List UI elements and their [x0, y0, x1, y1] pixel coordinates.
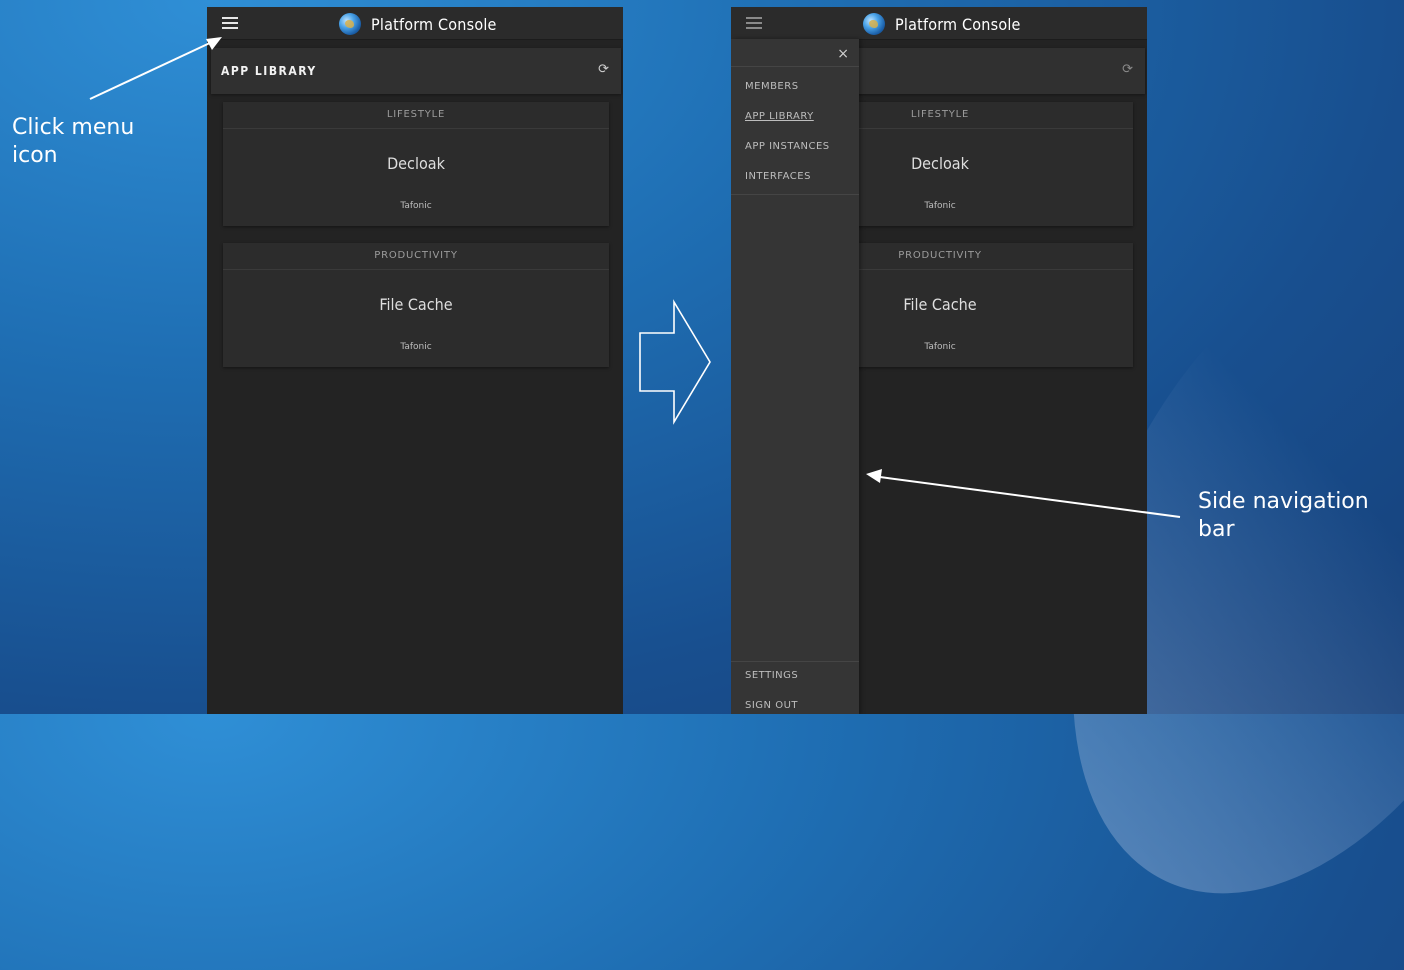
close-icon[interactable]: ×: [837, 46, 849, 62]
app-screen-after: Platform Console APP LIBRARY ⟳ LIFESTYLE…: [731, 7, 1147, 714]
side-navigation-bar: × MEMBERS APP LIBRARY APP INSTANCES INTE…: [731, 39, 859, 714]
nav-item-app-instances[interactable]: APP INSTANCES: [745, 141, 830, 152]
nav-item-sign-out[interactable]: SIGN OUT: [745, 700, 798, 711]
card-category: PRODUCTIVITY: [223, 243, 609, 270]
page-header: APP LIBRARY ⟳: [211, 48, 621, 94]
pointer-arrow-line: [89, 41, 213, 100]
globe-logo-icon: [339, 13, 361, 35]
hamburger-menu-icon[interactable]: [222, 17, 238, 29]
card-category: LIFESTYLE: [223, 102, 609, 129]
brand: Platform Console: [863, 13, 1021, 35]
divider: [731, 194, 859, 195]
card-vendor: Tafonic: [400, 342, 432, 352]
refresh-icon[interactable]: ⟳: [1122, 62, 1133, 77]
divider: [731, 661, 859, 662]
caption-click-menu: Click menu icon: [12, 115, 135, 168]
brand: Platform Console: [339, 13, 497, 35]
hamburger-menu-icon[interactable]: [746, 17, 762, 29]
app-card[interactable]: PRODUCTIVITY File Cache Tafonic: [223, 243, 609, 367]
app-title: Platform Console: [371, 14, 497, 34]
top-app-bar: Platform Console: [731, 7, 1147, 40]
page-title: APP LIBRARY: [221, 64, 317, 78]
globe-logo-icon: [863, 13, 885, 35]
nav-item-members[interactable]: MEMBERS: [745, 81, 799, 92]
nav-item-app-library[interactable]: APP LIBRARY: [745, 111, 814, 122]
refresh-icon[interactable]: ⟳: [598, 62, 609, 77]
nav-item-interfaces[interactable]: INTERFACES: [745, 171, 811, 182]
app-card[interactable]: LIFESTYLE Decloak Tafonic: [223, 102, 609, 226]
card-name: Decloak: [387, 154, 445, 173]
top-app-bar: Platform Console: [207, 7, 623, 40]
app-title: Platform Console: [895, 14, 1021, 34]
caption-side-navigation: Side navigation bar: [1198, 489, 1369, 542]
divider: [731, 66, 859, 67]
app-screen-before: Platform Console APP LIBRARY ⟳ LIFESTYLE…: [207, 7, 623, 714]
nav-item-settings[interactable]: SETTINGS: [745, 670, 798, 681]
card-vendor: Tafonic: [400, 201, 432, 211]
card-name: File Cache: [379, 295, 453, 314]
transition-arrow-icon: [639, 299, 711, 425]
